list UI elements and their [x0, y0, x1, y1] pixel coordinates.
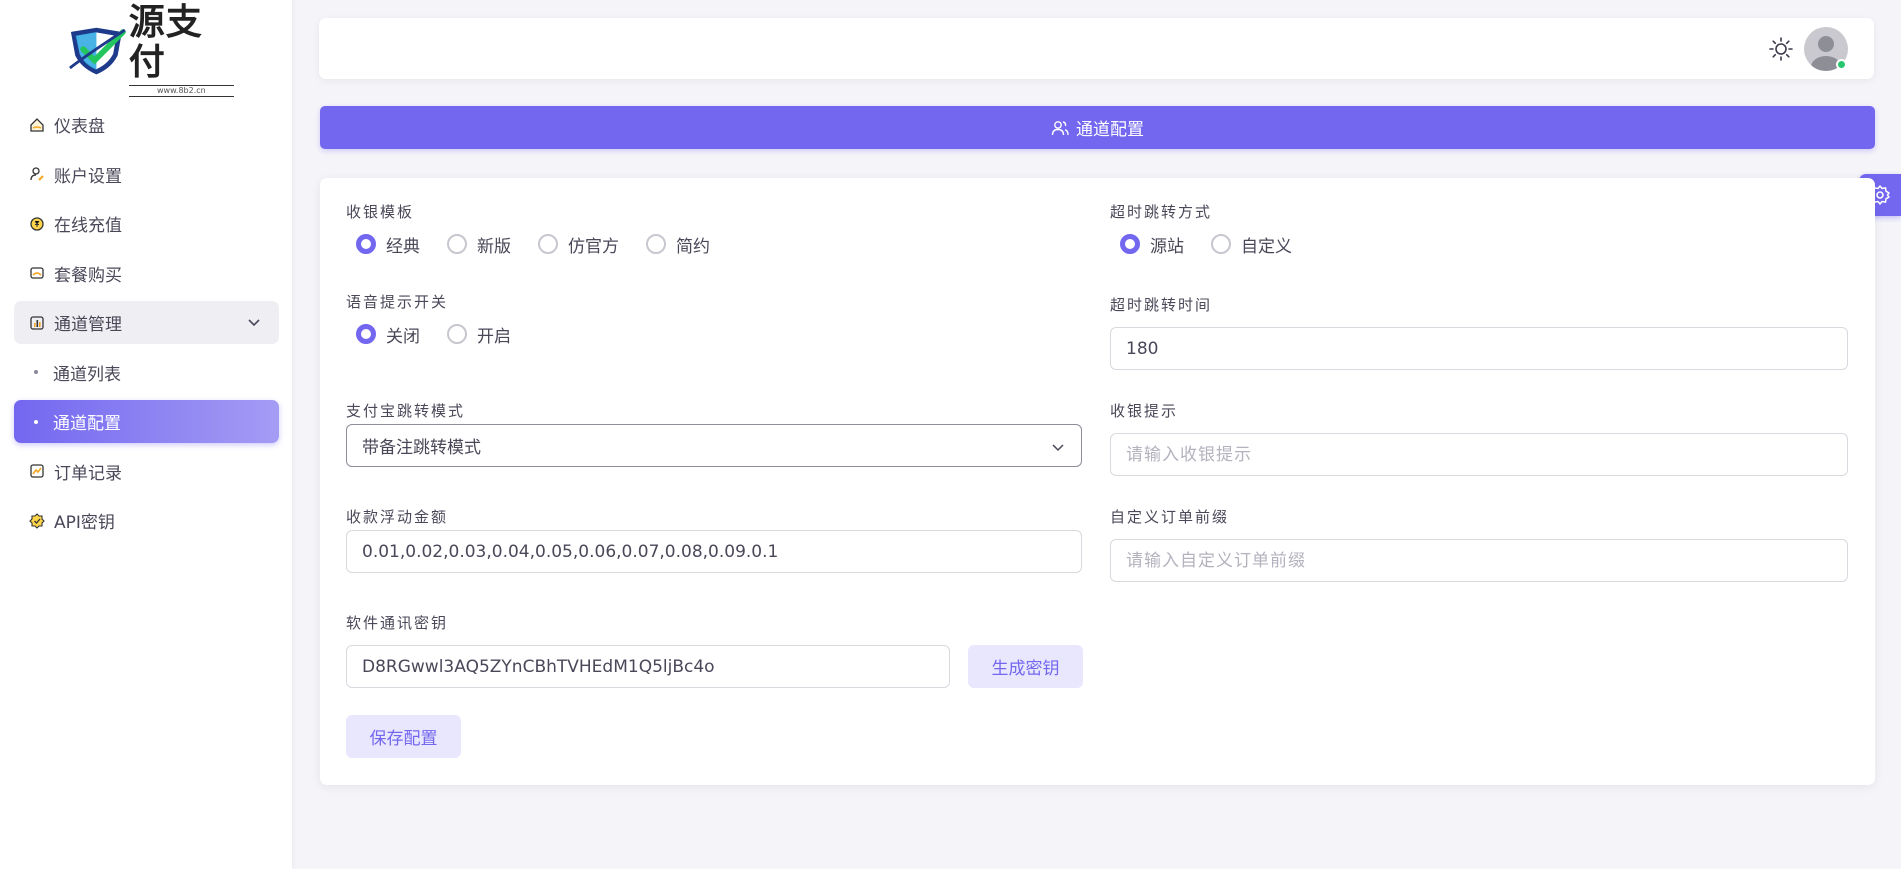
float-amount-label: 收款浮动金额 [346, 508, 449, 526]
radio-circle [646, 234, 666, 254]
sidebar-item-label: 订单记录 [54, 463, 122, 484]
sidebar-item-label: 通道配置 [53, 414, 121, 434]
timeout-mode-option-origin[interactable]: 源站 [1120, 232, 1184, 257]
sidebar-item-label: 通道列表 [53, 364, 121, 385]
sidebar-item-label: 套餐购买 [54, 265, 122, 286]
secret-label: 软件通讯密钥 [346, 614, 449, 632]
sidebar-menu: 仪表盘 账户设置 在线充值 套餐购买 通道管理 通道列表 通道配置 订单记录 A… [14, 103, 279, 549]
template-option-official[interactable]: 仿官方 [538, 232, 619, 257]
user-edit-icon [28, 165, 46, 183]
sidebar-item-account[interactable]: 账户设置 [14, 153, 279, 196]
online-status-badge [1836, 59, 1847, 70]
top-navbar [319, 18, 1874, 79]
timeout-time-input[interactable] [1110, 327, 1848, 370]
voice-option-off[interactable]: 关闭 [356, 322, 420, 347]
sidebar-item-label: 在线充值 [54, 216, 122, 236]
radio-circle [447, 234, 467, 254]
sidebar-item-label: API密钥 [54, 513, 115, 533]
coin-icon [28, 215, 46, 233]
template-label: 收银模板 [346, 203, 415, 221]
sidebar-item-label: 通道管理 [54, 315, 122, 335]
cashier-tip-input[interactable] [1110, 433, 1848, 476]
alipay-mode-select[interactable]: 带备注跳转模式 [346, 424, 1082, 467]
save-config-button[interactable]: 保存配置 [346, 715, 461, 758]
sidebar-item-orders[interactable]: 订单记录 [14, 450, 279, 493]
template-option-simple[interactable]: 简约 [646, 232, 710, 257]
order-prefix-label: 自定义订单前缀 [1110, 508, 1230, 526]
page-title: 通道配置 [1076, 120, 1144, 140]
radio-circle [538, 234, 558, 254]
radio-circle [447, 324, 467, 344]
bullet-icon [34, 419, 38, 424]
template-option-classic[interactable]: 经典 [356, 232, 420, 257]
template-option-new[interactable]: 新版 [447, 232, 511, 257]
bullet-icon [34, 370, 38, 374]
sidebar-item-package[interactable]: 套餐购买 [14, 252, 279, 295]
channel-config-form: 收银模板 经典 新版 仿官方 简约 语音提示开关 关闭 开启 支付宝跳转模式 带… [320, 178, 1875, 785]
radio-circle [356, 234, 376, 254]
float-amount-input[interactable] [346, 530, 1082, 573]
radio-circle [356, 324, 376, 344]
chart-bar-icon [28, 314, 46, 332]
sidebar-item-label: 仪表盘 [54, 117, 105, 137]
alipay-mode-label: 支付宝跳转模式 [346, 402, 466, 420]
sun-icon[interactable] [1768, 36, 1794, 62]
alipay-mode-value: 带备注跳转模式 [362, 438, 481, 458]
sidebar-item-dashboard[interactable]: 仪表盘 [14, 103, 279, 146]
order-prefix-input[interactable] [1110, 539, 1848, 582]
timeout-mode-option-custom[interactable]: 自定义 [1211, 232, 1292, 257]
cashier-tip-label: 收银提示 [1110, 402, 1179, 420]
chart-line-icon [28, 462, 46, 480]
chevron-down-icon [248, 319, 260, 327]
radio-circle [1211, 234, 1231, 254]
brand-shield-icon [69, 27, 126, 75]
voice-radio-group: 关闭 开启 [356, 322, 511, 347]
sidebar: 源支付 www.8b2.cn 仪表盘 账户设置 在线充值 套餐购买 通道管理 通… [0, 0, 292, 869]
key-badge-icon [28, 512, 46, 530]
sidebar-item-channel-list[interactable]: 通道列表 [14, 351, 279, 394]
chevron-down-icon [1052, 444, 1064, 452]
secret-input[interactable] [346, 645, 950, 688]
users-icon [1051, 120, 1069, 135]
timeout-mode-label: 超时跳转方式 [1110, 203, 1213, 221]
sidebar-item-channel-config[interactable]: 通道配置 [14, 400, 279, 443]
package-icon [28, 264, 46, 282]
timeout-mode-radio-group: 源站 自定义 [1120, 232, 1292, 257]
brand-sub: www.8b2.cn [128, 85, 234, 97]
page-title-banner: 通道配置 [320, 106, 1875, 149]
voice-label: 语音提示开关 [346, 293, 449, 311]
voice-option-on[interactable]: 开启 [447, 322, 511, 347]
sidebar-item-api-key[interactable]: API密钥 [14, 499, 279, 542]
generate-secret-button[interactable]: 生成密钥 [968, 645, 1083, 688]
timeout-time-label: 超时跳转时间 [1110, 296, 1213, 314]
sidebar-item-recharge[interactable]: 在线充值 [14, 202, 279, 245]
template-radio-group: 经典 新版 仿官方 简约 [356, 232, 710, 257]
sidebar-item-channel-management[interactable]: 通道管理 [14, 301, 279, 344]
brand-logo[interactable]: 源支付 www.8b2.cn [68, 3, 234, 97]
sidebar-item-label: 账户设置 [54, 166, 122, 187]
home-icon [28, 116, 46, 134]
brand-name: 源支付 [128, 2, 203, 83]
radio-circle [1120, 234, 1140, 254]
